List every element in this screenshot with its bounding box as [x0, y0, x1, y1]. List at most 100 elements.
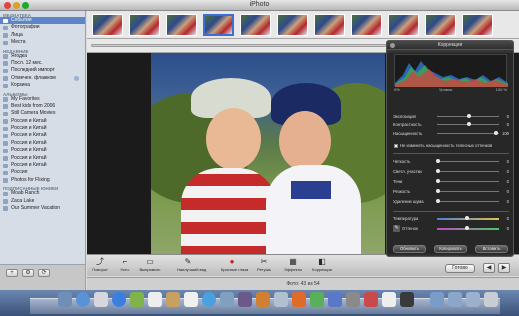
- close-panel-button[interactable]: [390, 43, 395, 48]
- album-item[interactable]: Россия и Китай: [0, 132, 85, 139]
- itunes-icon[interactable]: [202, 292, 216, 307]
- filmstrip-thumb[interactable]: [425, 14, 456, 36]
- slider-knob[interactable]: [467, 114, 471, 118]
- trash-dock-icon[interactable]: [484, 292, 498, 307]
- next-photo-button[interactable]: ▶: [498, 263, 510, 273]
- done-button[interactable]: Готово: [445, 264, 475, 273]
- album-item[interactable]: Photos for Flixing: [0, 177, 85, 184]
- shadows-slider[interactable]: Тени 0: [393, 178, 509, 185]
- effects-tool-button[interactable]: ▦ Эффекты: [282, 256, 304, 276]
- filmstrip-thumb-selected[interactable]: [203, 14, 234, 36]
- filmstrip-thumb[interactable]: [92, 14, 123, 36]
- album-item[interactable]: My Favorites: [0, 96, 85, 103]
- straighten-tool-button[interactable]: ▭ Выпрямить: [139, 256, 161, 276]
- slider-knob[interactable]: [436, 169, 440, 173]
- sidebar-item-events[interactable]: События: [0, 17, 85, 25]
- enhance-tool-button[interactable]: ✎ Наилучший вид: [177, 256, 206, 276]
- album-item[interactable]: Россия и Китай: [0, 118, 85, 125]
- ichat-icon[interactable]: [130, 292, 144, 307]
- temperature-slider[interactable]: Температура 0: [393, 215, 509, 222]
- filmstrip-thumb[interactable]: [388, 14, 419, 36]
- definition-slider[interactable]: Четкость 0: [393, 158, 509, 165]
- garageband-icon[interactable]: [256, 292, 270, 307]
- noise-reduction-slider[interactable]: Удаление шума 0: [393, 198, 509, 205]
- pages-icon[interactable]: [328, 292, 342, 307]
- rotate-tool-button[interactable]: ⤴ Поворот: [89, 256, 111, 276]
- filmstrip-scrollbar[interactable]: [91, 44, 386, 47]
- subscribed-item[interactable]: Zaca Lake: [0, 198, 85, 205]
- slider-knob[interactable]: [436, 199, 440, 203]
- sidebar-item-recent[interactable]: Последний импорт: [0, 67, 85, 74]
- sharpness-slider[interactable]: Резкость 0: [393, 188, 509, 195]
- numbers-icon[interactable]: [310, 292, 324, 307]
- sidebar-item-recent[interactable]: Посл. 12 мес.: [0, 60, 85, 67]
- documents-stack-icon[interactable]: [448, 292, 462, 307]
- crop-tool-button[interactable]: ⌐ Усеч.: [114, 256, 136, 276]
- paste-button[interactable]: Вставить: [475, 245, 508, 253]
- sidebar-item-recent[interactable]: Ягодка: [0, 53, 85, 60]
- filmstrip-thumb[interactable]: [129, 14, 160, 36]
- album-item[interactable]: Россия: [0, 169, 85, 176]
- mail-icon[interactable]: [94, 292, 108, 307]
- dashboard-icon[interactable]: [76, 292, 90, 307]
- system-preferences-icon[interactable]: [346, 292, 360, 307]
- applications-stack-icon[interactable]: [430, 292, 444, 307]
- saturation-slider[interactable]: Насыщенность 100: [393, 130, 509, 137]
- album-item[interactable]: Россия и Китай: [0, 155, 85, 162]
- iweb-icon[interactable]: [274, 292, 288, 307]
- keynote-icon[interactable]: [292, 292, 306, 307]
- sidebar-item-places[interactable]: Места: [0, 39, 85, 46]
- levels-histogram[interactable]: [394, 54, 508, 87]
- slider-knob[interactable]: [467, 122, 471, 126]
- album-item[interactable]: Россия и Китай: [0, 147, 85, 154]
- slider-knob[interactable]: [465, 226, 469, 230]
- iphoto-dock-icon[interactable]: [220, 292, 234, 307]
- album-item[interactable]: Still Camera Movies: [0, 110, 85, 117]
- downloads-stack-icon[interactable]: [466, 292, 480, 307]
- retouch-tool-button[interactable]: ✂ Ретушь: [253, 256, 275, 276]
- sidebar-item-recent[interactable]: Отмечен. флажком: [0, 75, 85, 82]
- copy-button[interactable]: Копировать: [434, 245, 467, 253]
- sidebar-item-trash[interactable]: Корзина: [0, 82, 85, 89]
- subscribed-item[interactable]: Our Summer Vacation: [0, 205, 85, 212]
- adjust-tool-button[interactable]: ◧ Коррекция: [311, 256, 333, 276]
- previous-photo-button[interactable]: ◀: [483, 263, 495, 273]
- highlights-slider[interactable]: Светл. участки 0: [393, 168, 509, 175]
- filmstrip-thumb[interactable]: [351, 14, 382, 36]
- avoid-skin-tones-checkbox[interactable]: [394, 144, 398, 148]
- add-button[interactable]: +: [6, 269, 18, 277]
- rotate-button[interactable]: ⟳: [38, 269, 50, 277]
- red-eye-tool-button[interactable]: ● Красные глаза: [221, 256, 248, 276]
- tint-slider[interactable]: Оттенок ✎ 0: [393, 225, 509, 232]
- app-icon[interactable]: [364, 292, 378, 307]
- sidebar-item-photos[interactable]: Фотографии: [0, 24, 85, 31]
- filmstrip-thumb[interactable]: [166, 14, 197, 36]
- imovie-icon[interactable]: [238, 292, 252, 307]
- sidebar-item-faces[interactable]: Лица: [0, 32, 85, 39]
- album-item[interactable]: Россия и Китай: [0, 162, 85, 169]
- safari-icon[interactable]: [112, 292, 126, 307]
- album-item[interactable]: Россия и Китай: [0, 140, 85, 147]
- subscribed-item[interactable]: Moab Ranch: [0, 190, 85, 197]
- slider-knob[interactable]: [465, 216, 469, 220]
- finder-icon[interactable]: [58, 292, 72, 307]
- calendar-icon[interactable]: [148, 292, 162, 307]
- address-book-icon[interactable]: [166, 292, 180, 307]
- filmstrip-thumb[interactable]: [314, 14, 345, 36]
- textedit-icon[interactable]: [382, 292, 396, 307]
- slider-knob[interactable]: [436, 179, 440, 183]
- terminal-icon[interactable]: [400, 292, 414, 307]
- reset-button[interactable]: Обновить: [393, 245, 426, 253]
- album-item[interactable]: Best kids from 2006: [0, 103, 85, 110]
- slider-knob[interactable]: [436, 159, 440, 163]
- filmstrip-thumb[interactable]: [240, 14, 271, 36]
- action-gear-button[interactable]: ⚙: [22, 269, 34, 277]
- eyedropper-icon[interactable]: ✎: [393, 225, 400, 232]
- contrast-slider[interactable]: Контрастность 0: [393, 121, 509, 128]
- filmstrip-thumb[interactable]: [277, 14, 308, 36]
- filmstrip-thumb[interactable]: [462, 14, 493, 36]
- album-item[interactable]: Россия и Китай: [0, 125, 85, 132]
- preview-icon[interactable]: [184, 292, 198, 307]
- exposure-slider[interactable]: Экспозиция 0: [393, 113, 509, 120]
- slider-knob[interactable]: [436, 189, 440, 193]
